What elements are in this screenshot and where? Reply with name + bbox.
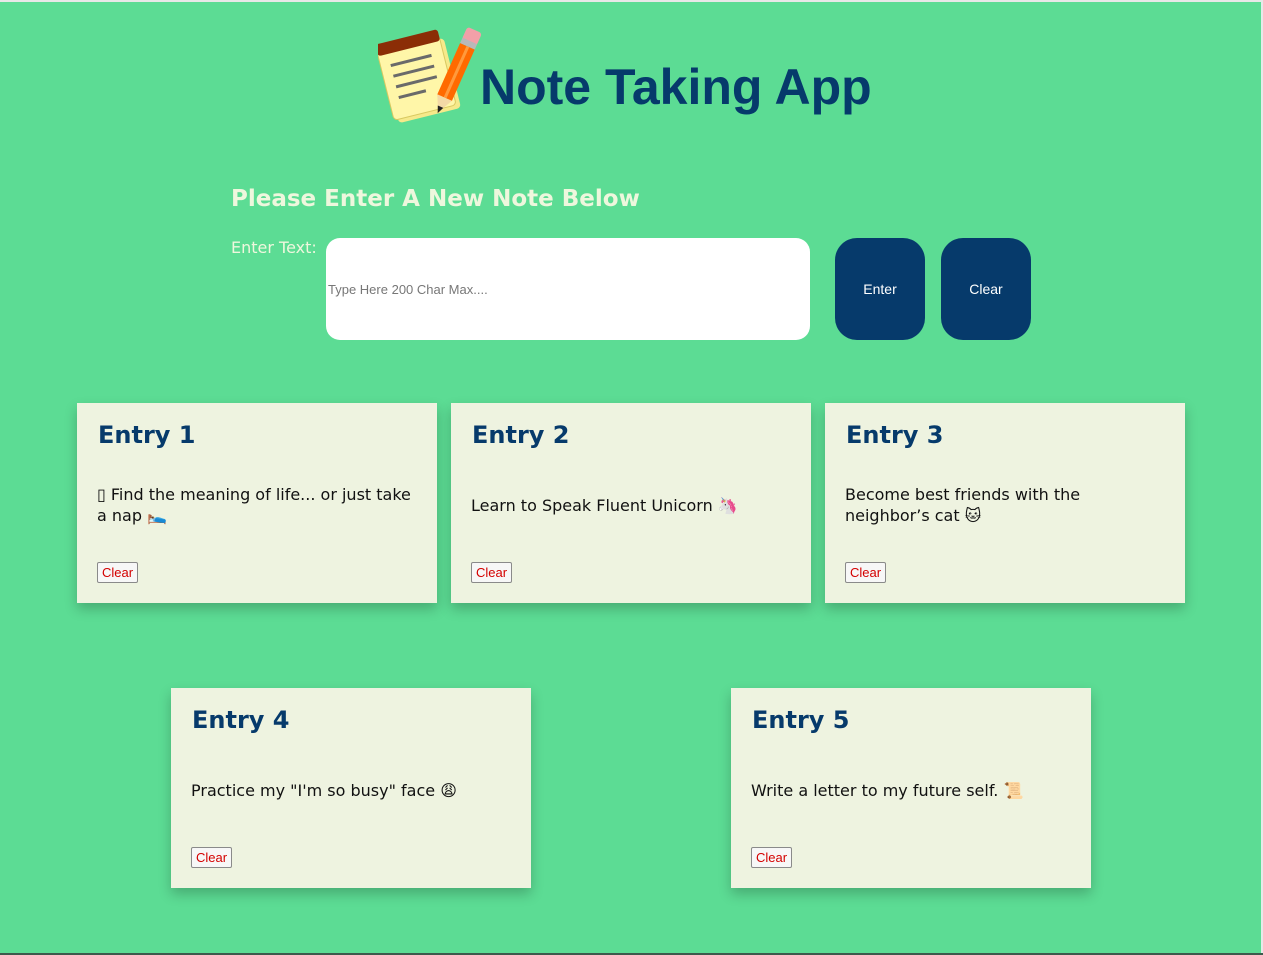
note-card: Entry 2 Learn to Speak Fluent Unicorn 🦄 …	[451, 403, 811, 603]
note-clear-button[interactable]: Clear	[845, 562, 887, 583]
note-card: Entry 4 Practice my "I'm so busy" face 😩…	[171, 688, 531, 888]
note-text: ▯ Find the meaning of life... or just ta…	[97, 485, 411, 525]
note-title: Entry 5	[752, 706, 850, 734]
note-title: Entry 1	[98, 421, 196, 449]
notepad-pencil-icon	[378, 27, 482, 123]
note-text: Become best friends with the neighbor’s …	[845, 485, 1081, 525]
note-card: Entry 1 ▯ Find the meaning of life... or…	[77, 403, 437, 603]
enter-button[interactable]: Enter	[835, 238, 925, 340]
note-title: Entry 3	[846, 421, 944, 449]
note-input[interactable]	[326, 238, 810, 340]
clear-input-button[interactable]: Clear	[941, 238, 1031, 340]
note-card: Entry 3 Become best friends with the nei…	[825, 403, 1185, 603]
note-title: Entry 4	[192, 706, 290, 734]
note-clear-button[interactable]: Clear	[471, 562, 513, 583]
form-prompt: Please Enter A New Note Below	[231, 186, 640, 212]
app-title: Note Taking App	[480, 59, 872, 115]
enter-text-label: Enter Text:	[231, 238, 317, 257]
note-title: Entry 2	[472, 421, 570, 449]
note-clear-button[interactable]: Clear	[191, 847, 233, 868]
note-text: Write a letter to my future self. 📜	[751, 780, 1024, 800]
note-text: Learn to Speak Fluent Unicorn 🦄	[471, 495, 738, 515]
note-text: Practice my "I'm so busy" face 😩	[191, 780, 457, 800]
note-clear-button[interactable]: Clear	[751, 847, 793, 868]
note-clear-button[interactable]: Clear	[97, 562, 139, 583]
app-header: Note Taking App	[378, 22, 872, 123]
note-card: Entry 5 Write a letter to my future self…	[731, 688, 1091, 888]
